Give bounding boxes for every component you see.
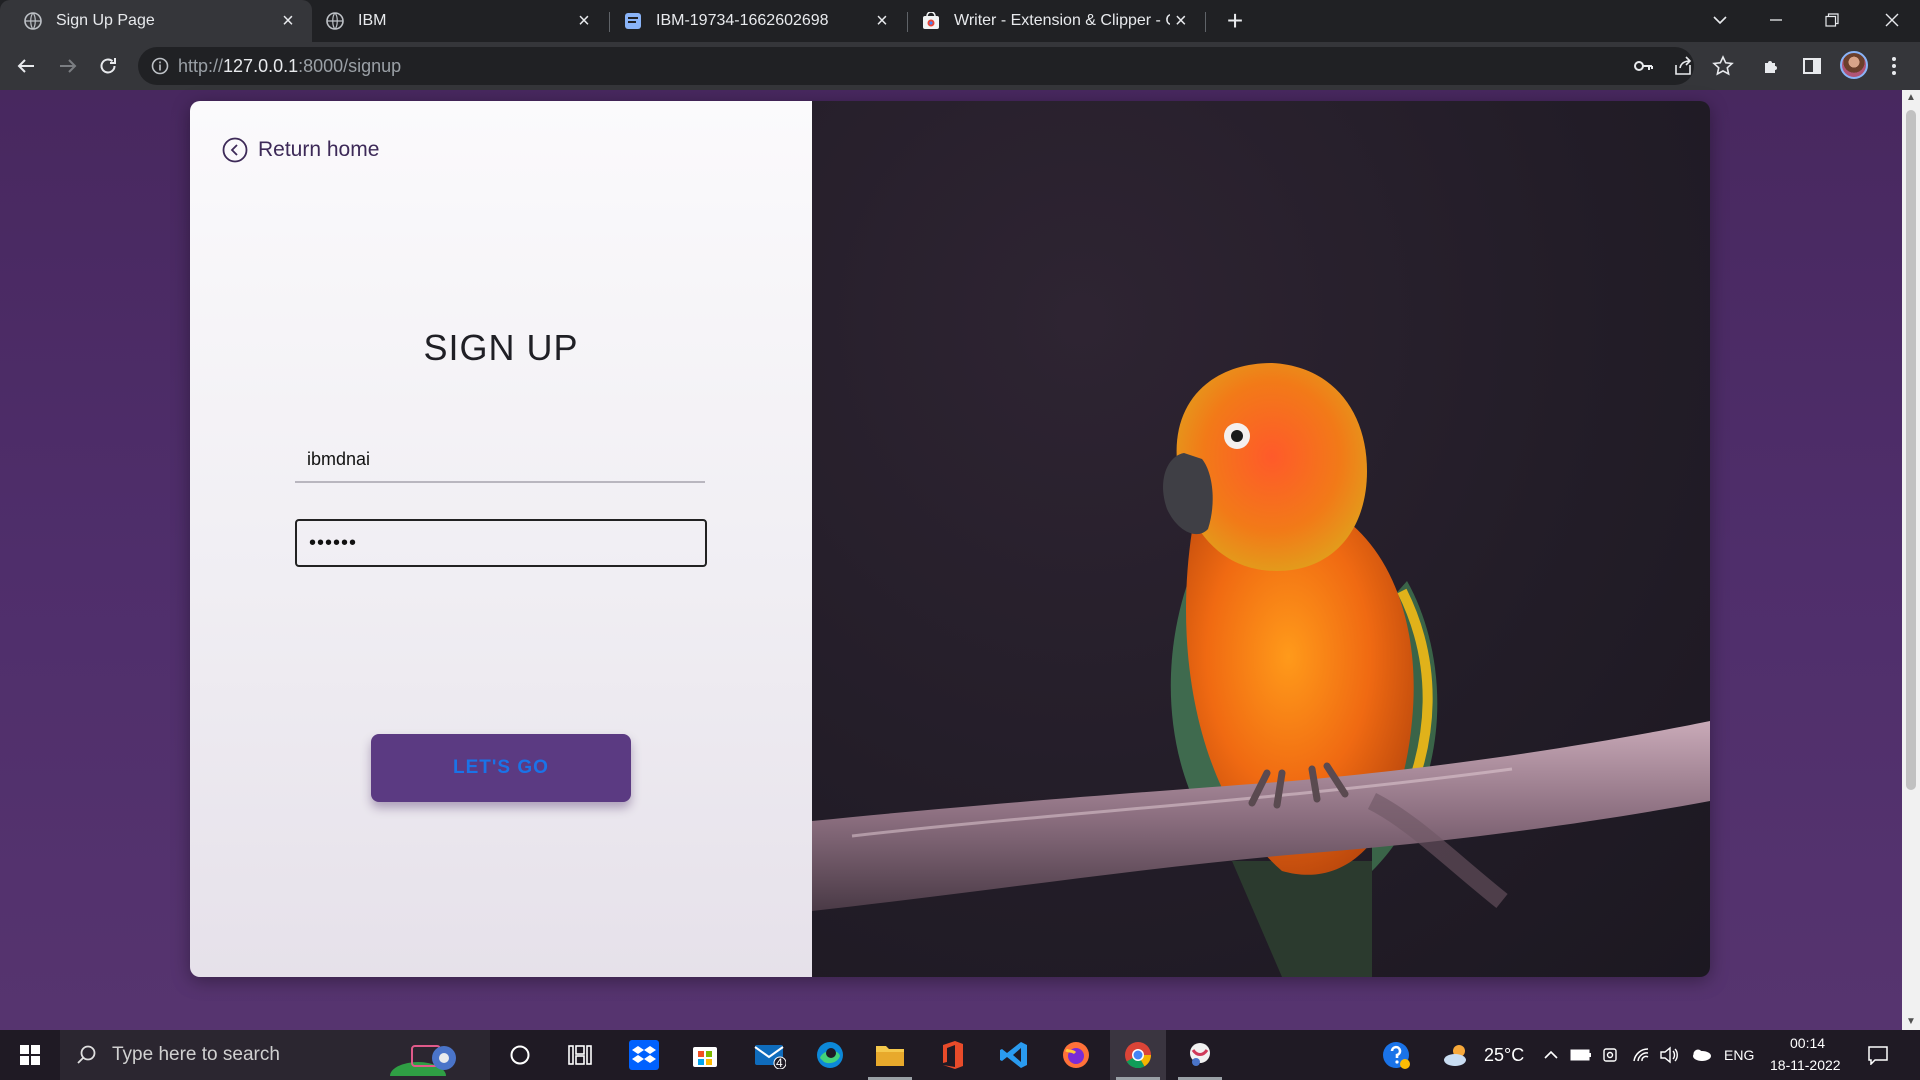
restore-icon[interactable] xyxy=(1804,0,1860,40)
onedrive-icon[interactable] xyxy=(1686,1030,1716,1080)
close-tab-icon[interactable]: × xyxy=(870,9,894,33)
url-scheme: http:// xyxy=(178,56,224,76)
search-placeholder: Type here to search xyxy=(112,1044,280,1065)
tab-strip: Sign Up Page × IBM × IBM-19734-166260269… xyxy=(0,0,1920,42)
new-tab-button[interactable]: + xyxy=(1220,5,1250,36)
globe-icon xyxy=(24,12,42,30)
tab-sign-up[interactable]: Sign Up Page × xyxy=(0,0,312,42)
tab-separator xyxy=(1205,12,1206,32)
chevron-up-icon[interactable] xyxy=(1540,1030,1562,1080)
office-icon[interactable] xyxy=(924,1030,980,1080)
lets-go-button[interactable]: LET'S GO xyxy=(371,734,631,802)
file-explorer-icon[interactable] xyxy=(862,1030,918,1080)
globe-icon xyxy=(326,12,344,30)
firefox-icon[interactable] xyxy=(1048,1030,1104,1080)
clock-time[interactable]: 00:14 xyxy=(1790,1035,1825,1051)
language-indicator[interactable]: ENG xyxy=(1724,1047,1754,1063)
back-arrow-icon[interactable] xyxy=(10,50,42,82)
address-bar[interactable]: http://127.0.0.1:8000/signup xyxy=(138,47,1734,85)
volume-icon[interactable] xyxy=(1654,1030,1684,1080)
close-tab-icon[interactable]: × xyxy=(276,9,300,33)
microsoft-store-icon[interactable] xyxy=(677,1030,733,1080)
notification-icon[interactable] xyxy=(1856,1030,1900,1080)
share-icon[interactable] xyxy=(1672,55,1694,77)
weather-temperature[interactable]: 25°C xyxy=(1484,1045,1524,1066)
signup-card: Return home SIGN UP LET'S GO xyxy=(190,101,1710,977)
scroll-thumb[interactable] xyxy=(1906,110,1916,790)
mail-icon[interactable]: 4 xyxy=(742,1030,798,1080)
url-text: http://127.0.0.1:8000/signup xyxy=(178,56,401,77)
chrome-web-store-icon xyxy=(922,12,940,30)
parrot-illustration xyxy=(812,363,1710,977)
scroll-up-icon[interactable]: ▲ xyxy=(1906,93,1916,103)
close-tab-icon[interactable]: × xyxy=(1170,9,1192,33)
tab-title: Sign Up Page xyxy=(56,12,155,29)
bookmark-star-icon[interactable] xyxy=(1712,55,1734,77)
battery-icon[interactable] xyxy=(1566,1030,1596,1080)
search-icon xyxy=(76,1044,98,1066)
forward-arrow-icon[interactable] xyxy=(52,50,84,82)
tab-search-icon[interactable] xyxy=(1692,0,1748,40)
back-circle-icon xyxy=(222,137,248,163)
browser-toolbar: http://127.0.0.1:8000/signup xyxy=(0,42,1920,90)
password-input[interactable] xyxy=(295,519,707,567)
reload-icon[interactable] xyxy=(92,50,124,82)
page-title: SIGN UP xyxy=(423,327,579,368)
tab-title: IBM xyxy=(358,12,387,29)
windows-start-icon[interactable] xyxy=(2,1030,58,1080)
return-home-link[interactable]: Return home xyxy=(222,137,379,163)
url-host: 127.0.0.1 xyxy=(223,56,299,76)
windows-taskbar: Type here to search 4 25°C ENG 00:14 18-… xyxy=(0,1030,1920,1080)
meet-now-icon[interactable] xyxy=(1596,1030,1626,1080)
help-icon[interactable] xyxy=(1368,1030,1424,1080)
profile-avatar[interactable] xyxy=(1840,51,1868,79)
wifi-icon[interactable] xyxy=(1626,1030,1656,1080)
signup-form-panel: Return home SIGN UP LET'S GO xyxy=(190,101,812,977)
browser-menu-icon[interactable] xyxy=(1882,54,1906,78)
url-path: :8000/signup xyxy=(298,56,402,76)
tab-writer[interactable]: Writer - Extension & Clipper - Ch × xyxy=(908,0,1204,42)
close-tab-icon[interactable]: × xyxy=(572,9,596,33)
tab-title: IBM-19734-1662602698 xyxy=(656,12,829,29)
tab-title: Writer - Extension & Clipper - Ch xyxy=(954,12,1170,29)
task-view-icon[interactable] xyxy=(552,1030,608,1080)
cortana-icon[interactable] xyxy=(492,1030,548,1080)
site-info-icon[interactable] xyxy=(150,56,170,76)
username-input[interactable] xyxy=(295,437,705,483)
close-window-icon[interactable] xyxy=(1864,0,1920,40)
extensions-icon[interactable] xyxy=(1760,54,1784,78)
taskbar-search-box[interactable]: Type here to search xyxy=(60,1030,490,1080)
lets-go-label: LET'S GO xyxy=(453,757,549,778)
snipping-tool-icon[interactable] xyxy=(1172,1030,1228,1080)
parrot-photo xyxy=(812,101,1710,977)
mail-badge: 4 xyxy=(776,1056,783,1070)
clock-date[interactable]: 18-11-2022 xyxy=(1770,1057,1841,1073)
page-scrollbar[interactable]: ▲ ▼ xyxy=(1902,90,1920,1030)
search-highlight-icon xyxy=(388,1040,468,1080)
side-panel-icon[interactable] xyxy=(1800,54,1824,78)
tab-ibm[interactable]: IBM × xyxy=(312,0,608,42)
key-icon[interactable] xyxy=(1632,55,1654,77)
scroll-down-icon[interactable]: ▼ xyxy=(1906,1017,1916,1027)
minimize-icon[interactable] xyxy=(1748,0,1804,40)
chrome-icon[interactable] xyxy=(1110,1030,1166,1080)
dropbox-icon[interactable] xyxy=(616,1030,672,1080)
return-home-label: Return home xyxy=(258,138,380,161)
document-icon xyxy=(624,12,642,30)
vscode-icon[interactable] xyxy=(986,1030,1042,1080)
edge-icon[interactable] xyxy=(802,1030,858,1080)
weather-cloud-icon[interactable] xyxy=(1430,1030,1486,1080)
tab-ibm-document[interactable]: IBM-19734-1662602698 × xyxy=(610,0,906,42)
